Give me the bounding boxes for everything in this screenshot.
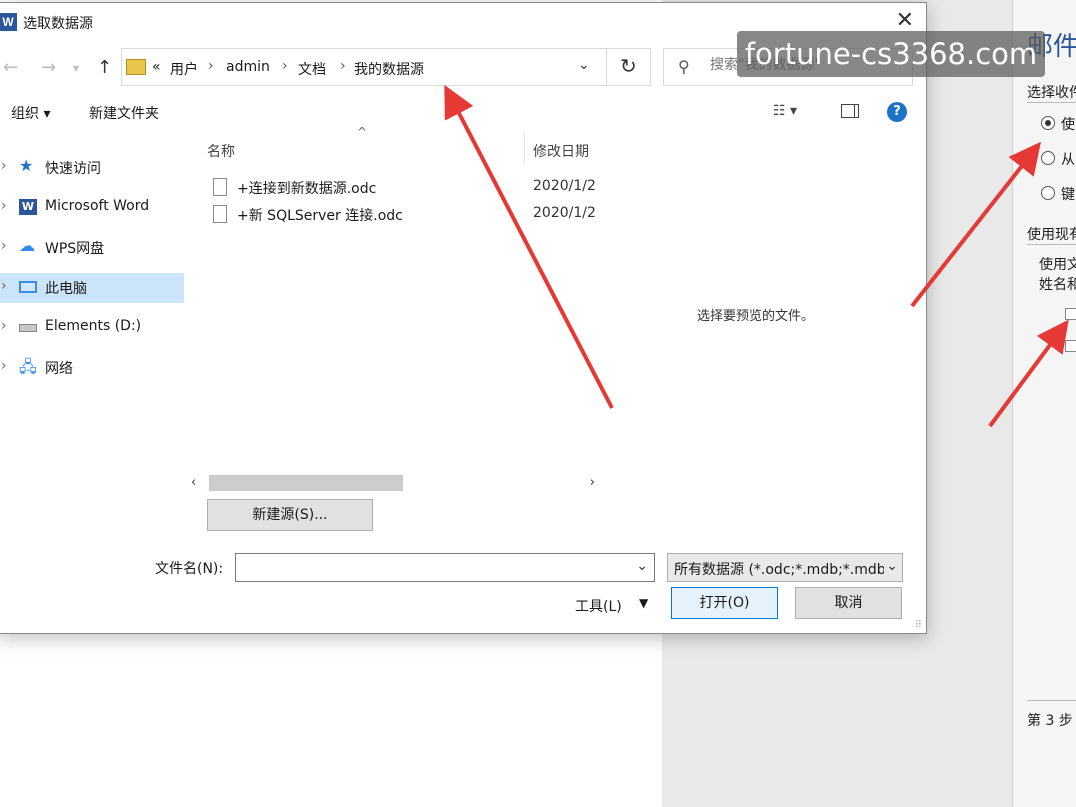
divider [1027,700,1076,701]
drive-icon [19,324,37,332]
nav-label: 此电脑 [45,281,87,297]
step-label: 第 3 步 [1027,713,1073,729]
edit-list-icon[interactable] [1065,340,1076,352]
file-icon [213,205,227,223]
close-icon[interactable]: ✕ [896,9,914,33]
breadcrumb-documents[interactable]: 文档 [298,59,326,79]
breadcrumb-overflow[interactable]: « [152,59,161,75]
address-bar[interactable]: « 用户 › admin › 文档 › 我的数据源 ⌄ ↻ [121,48,651,86]
back-icon[interactable]: ← [3,57,18,78]
file-name: +连接到新数据源.odc [237,181,377,197]
chevron-right-icon[interactable]: › [1,198,7,214]
nav-item-microsoft-word[interactable]: › W Microsoft Word [0,193,184,223]
star-icon: ★ [19,156,34,175]
preview-pane-icon[interactable] [841,104,859,118]
chevron-down-icon: ⌄ [886,558,898,574]
filename-label: 文件名(N): [155,561,224,577]
nav-label: Microsoft Word [45,198,150,214]
nav-item-wps-drive[interactable]: › ☁ WPS网盘 [0,233,184,263]
dialog-title: 选取数据源 [23,16,93,32]
refresh-button[interactable]: ↻ [606,48,652,86]
pane-section-recipients: 选择收件 [1027,85,1076,101]
chevron-right-icon[interactable]: › [1,238,7,254]
chevron-right-icon[interactable]: › [1,278,7,294]
file-name: +新 SQLServer 连接.odc [237,208,403,224]
computer-icon [19,281,37,293]
divider [1027,244,1076,245]
resize-grip-icon[interactable]: ⠿ [915,620,922,631]
tools-dropdown-icon[interactable]: ▼ [639,596,648,610]
pane-section-existing: 使用现有 [1027,227,1076,243]
chevron-down-icon[interactable]: ⌄ [636,558,648,574]
preview-placeholder: 选择要预览的文件。 [697,309,815,324]
nav-item-elements-drive[interactable]: › Elements (D:) [0,313,184,343]
radio-use-existing[interactable] [1041,116,1055,130]
pane-desc-2: 姓名和 [1039,277,1076,293]
filter-value: 所有数据源 (*.odc;*.mdb;*.mdb;*.mc [674,562,884,578]
nav-item-this-pc[interactable]: › 此电脑 [0,273,184,303]
view-options-icon[interactable]: ☷ ▾ [773,103,797,119]
nav-label: 快速访问 [45,161,101,177]
recent-dropdown-icon[interactable]: ▾ [73,61,79,75]
horizontal-scrollbar[interactable]: ‹ › [191,473,601,493]
network-icon: 🖧 [19,357,37,376]
refresh-icon: ↻ [620,54,637,78]
mail-merge-pane: 邮件 选择收件 使 从 键 使用现有 使用文 姓名和 第 3 步 [1012,0,1076,807]
radio-label-2: 从 [1061,152,1075,168]
column-divider[interactable] [524,133,525,163]
file-row[interactable]: +新 SQLServer 连接.odc 2020/1/2 [209,202,609,228]
radio-type-new[interactable] [1041,186,1055,200]
cloud-icon: ☁ [19,236,35,255]
new-source-button[interactable]: 新建源(S)... [207,499,373,531]
breadcrumb-my-data-sources[interactable]: 我的数据源 [354,59,424,79]
new-folder-button[interactable]: 新建文件夹 [89,103,159,123]
chevron-right-icon[interactable]: › [1,318,7,334]
forward-icon[interactable]: → [41,57,56,78]
scroll-right-icon[interactable]: › [590,475,595,490]
breadcrumb-admin[interactable]: admin [226,59,270,75]
divider [1027,102,1076,103]
column-header-modified[interactable]: 修改日期 [533,141,589,161]
watermark: fortune-cs3368.com [737,31,1045,77]
radio-label-1: 使 [1061,117,1075,133]
nav-label: WPS网盘 [45,241,105,257]
radio-label-3: 键 [1061,187,1075,203]
chevron-right-icon: › [208,58,214,74]
breadcrumb-users[interactable]: 用户 [170,59,198,79]
nav-item-quick-access[interactable]: › ★ 快速访问 [0,153,184,183]
radio-from-outlook[interactable] [1041,151,1055,165]
chevron-right-icon[interactable]: › [1,158,7,174]
tools-menu[interactable]: 工具(L) [575,596,622,616]
nav-label: 网络 [45,361,73,377]
chevron-down-icon[interactable]: ⌄ [578,57,590,73]
column-header-name[interactable]: 名称 [207,141,235,161]
organize-menu[interactable]: 组织 ▾ [11,103,50,123]
search-icon: ⚲ [678,57,690,76]
file-date: 2020/1/2 [533,178,596,194]
chevron-right-icon: › [340,58,346,74]
file-row[interactable]: +连接到新数据源.odc 2020/1/2 [209,175,609,201]
help-icon[interactable]: ? [887,102,907,122]
cancel-button[interactable]: 取消 [795,587,902,619]
nav-item-network[interactable]: › 🖧 网络 [0,353,184,383]
browse-icon[interactable] [1065,308,1076,320]
open-button[interactable]: 打开(O) [671,587,778,619]
folder-icon [126,59,146,75]
file-date: 2020/1/2 [533,205,596,221]
chevron-right-icon[interactable]: › [1,358,7,374]
select-data-source-dialog: W 选取数据源 ✕ ← → ▾ ↑ « 用户 › admin › 文档 › 我的… [0,2,927,634]
file-icon [213,178,227,196]
pane-desc-1: 使用文 [1039,257,1076,273]
file-type-filter[interactable]: 所有数据源 (*.odc;*.mdb;*.mdb;*.mc ⌄ [667,553,903,582]
chevron-right-icon: › [282,58,288,74]
word-icon: W [19,199,37,215]
word-app-icon: W [0,13,17,31]
scroll-left-icon[interactable]: ‹ [191,475,196,490]
sort-ascending-icon: ^ [357,125,368,139]
up-icon[interactable]: ↑ [97,57,112,78]
filename-input[interactable]: ⌄ [235,553,655,582]
scroll-thumb[interactable] [209,475,403,491]
nav-label: Elements (D:) [45,318,142,334]
